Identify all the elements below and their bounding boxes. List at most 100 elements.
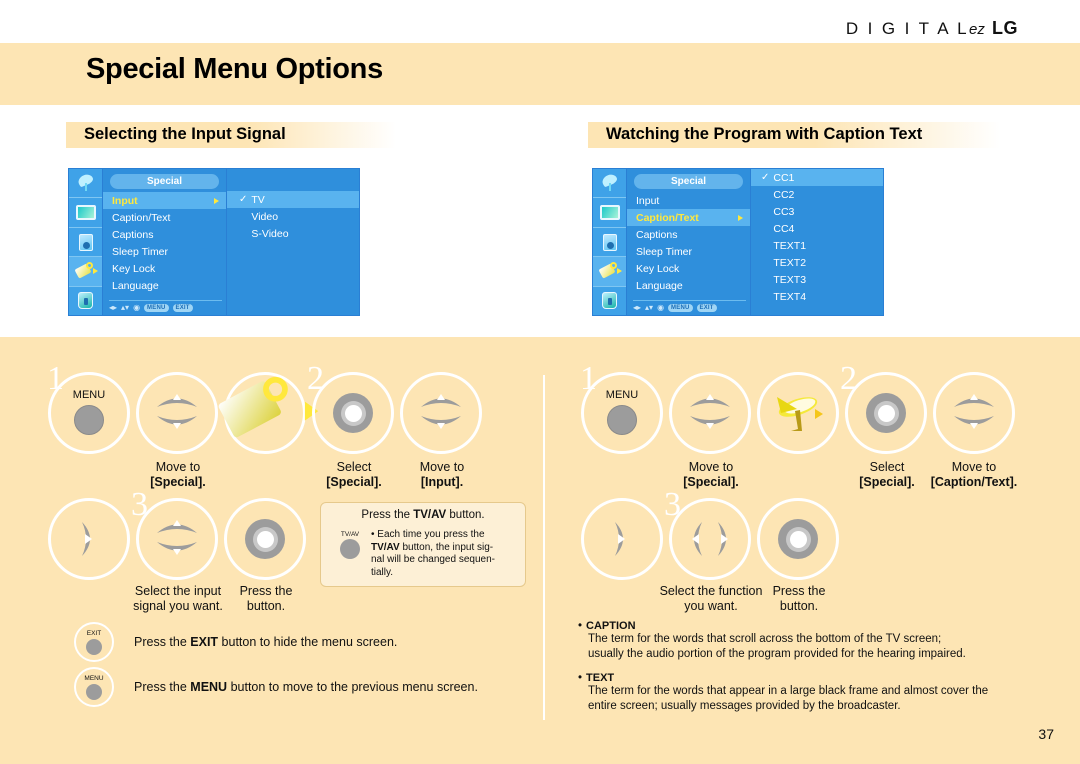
osd-item-label: Input	[112, 194, 138, 207]
lock-icon	[593, 287, 626, 315]
ok-button-circle-left-2[interactable]	[224, 498, 306, 580]
osd-menu-item-sleep-timer: Sleep Timer	[103, 243, 226, 260]
osd-option-cc3: ✓CC3	[751, 203, 883, 220]
caption-line-1: Move to	[951, 460, 997, 474]
glossary-line-1: The term for the words that appear in a …	[588, 685, 989, 697]
leftright-button-circle-right[interactable]	[669, 498, 751, 580]
osd-nav-hints: ◂▸ ▴▾ ◉ MENU EXIT	[109, 300, 222, 313]
osd-menu-item-captions: Captions	[103, 226, 226, 243]
osd-option-label: Video	[251, 210, 279, 223]
osd-menu-item-input: Input	[103, 192, 226, 209]
ok-button[interactable]	[778, 519, 818, 559]
menu-button-dot[interactable]	[607, 405, 637, 435]
ok-button-circle-left-1[interactable]	[312, 372, 394, 454]
tvav-title-post: button.	[446, 509, 485, 521]
caption-line-1: Move to	[688, 460, 734, 474]
right-chevron-circle-left	[48, 498, 130, 580]
menu-button-label: MENU	[72, 389, 106, 401]
ok-button[interactable]	[245, 519, 285, 559]
osd-option-text3: ✓TEXT3	[751, 271, 883, 288]
osd-item-label: Caption/Text	[636, 211, 699, 224]
osd-option-s-video: ✓S-Video	[227, 225, 359, 242]
osd-screenshot-caption-text: Special Input Caption/Text Captions Slee…	[592, 168, 884, 316]
glossary-caption: • CAPTION The term for the words that scr…	[578, 620, 966, 661]
up-down-arrows-icon: ▴▾	[121, 303, 130, 312]
caption-line-1: Press the	[772, 584, 826, 598]
osd-nav-exit-pill: EXIT	[172, 304, 193, 312]
special-icon-circle-left	[217, 372, 319, 454]
osd-nav-exit-pill: EXIT	[696, 304, 717, 312]
tvav-body-line1: • Each time you press the	[371, 529, 485, 540]
chevron-right-icon	[738, 214, 743, 221]
ok-button[interactable]	[866, 393, 906, 433]
ok-circle-icon: ◉	[657, 303, 665, 312]
caption-line-2: [Special].	[683, 475, 739, 489]
caption-line-2: button.	[779, 599, 819, 613]
menu-text-pre: Press the	[134, 680, 191, 694]
caption-line-2: signal you want.	[133, 599, 223, 613]
caption-move-to-input-left: Move to [Input].	[401, 460, 483, 490]
caption-line-1: Move to	[155, 460, 201, 474]
logo-lg-text: LG	[992, 18, 1018, 38]
updown-button-circle-right-2[interactable]	[933, 372, 1015, 454]
osd-option-tv: ✓ TV	[227, 191, 359, 208]
osd-item-label: Key Lock	[112, 262, 156, 275]
menu-text-post: button to move to the previous menu scre…	[227, 680, 478, 694]
caption-line-1: Select the function	[659, 584, 763, 598]
tv-icon	[69, 198, 102, 228]
caption-press-button-right: Press the button.	[758, 584, 840, 614]
instruction-text-menu: Press the MENU button to move to the pre…	[134, 680, 478, 694]
osd-item-label: Language	[112, 279, 159, 292]
osd-sidebar	[69, 169, 103, 315]
glossary-text-term-row: • TEXT	[578, 672, 988, 684]
check-icon: ✓	[761, 172, 770, 183]
osd-menu-item-caption-text: Caption/Text	[627, 209, 750, 226]
menu-button-label: MENU	[84, 674, 104, 682]
chevron-right-icon	[82, 522, 92, 556]
tvav-button[interactable]: TV/AV	[335, 531, 365, 559]
brush-icon	[593, 257, 626, 287]
tvav-button-dot[interactable]	[340, 539, 360, 559]
panel-divider	[543, 375, 545, 720]
dish-icon	[69, 169, 102, 199]
osd-item-label: Sleep Timer	[112, 245, 169, 258]
osd-submenu-list: ✓CC1 ✓CC2 ✓CC3 ✓CC4 ✓TEXT1 ✓TEXT2 ✓TEXT3…	[751, 169, 883, 315]
section-heading-right-label: Watching the Program with Caption Text	[606, 125, 923, 143]
osd-menu-item-captions: Captions	[627, 226, 750, 243]
tvav-title-pre: Press the	[361, 509, 414, 521]
ok-circle-icon: ◉	[133, 303, 141, 312]
ok-button-circle-right-1[interactable]	[845, 372, 927, 454]
updown-button-circle-left-2[interactable]	[400, 372, 482, 454]
exit-button-dot[interactable]	[86, 638, 102, 655]
exit-button[interactable]: EXIT	[74, 622, 114, 662]
exit-text-bold: EXIT	[190, 635, 219, 649]
chevron-right-icon	[615, 522, 625, 556]
menu-text-bold: MENU	[190, 680, 228, 694]
exit-text-pre: Press the	[134, 635, 191, 649]
updown-button-circle-left-3[interactable]	[136, 498, 218, 580]
menu-button-dot[interactable]	[74, 405, 104, 435]
osd-menu-item-key-lock: Key Lock	[103, 260, 226, 277]
section-heading-right: Watching the Program with Caption Text	[588, 122, 1000, 148]
updown-button-circle-right-1[interactable]	[669, 372, 751, 454]
tv-icon	[593, 198, 626, 228]
menu-button-dot[interactable]	[86, 683, 102, 700]
caption-move-to-caption-text-right: Move to [Caption/Text].	[910, 460, 1038, 490]
menu-button-circle-left[interactable]: MENU	[48, 372, 130, 454]
up-down-arrows-icon	[419, 388, 463, 438]
osd-nav-menu-pill: MENU	[144, 304, 169, 312]
ok-button-circle-right-2[interactable]	[757, 498, 839, 580]
page-root: D I G I T A Lez LG Special Menu Options …	[0, 0, 1080, 764]
exit-text-post: button to hide the menu screen.	[218, 635, 398, 649]
osd-option-label: TV	[251, 193, 265, 206]
osd-option-text2: ✓TEXT2	[751, 254, 883, 271]
osd-menu-item-input: Input	[627, 192, 750, 209]
updown-button-circle-left-1[interactable]	[136, 372, 218, 454]
glossary-term: TEXT	[586, 672, 615, 684]
osd-menu-title: Special	[110, 174, 219, 189]
menu-button[interactable]: MENU	[74, 667, 114, 707]
speaker-icon	[593, 228, 626, 258]
ok-button[interactable]	[333, 393, 373, 433]
menu-button-circle-right[interactable]: MENU	[581, 372, 663, 454]
section-heading-left: Selecting the Input Signal	[66, 122, 396, 148]
